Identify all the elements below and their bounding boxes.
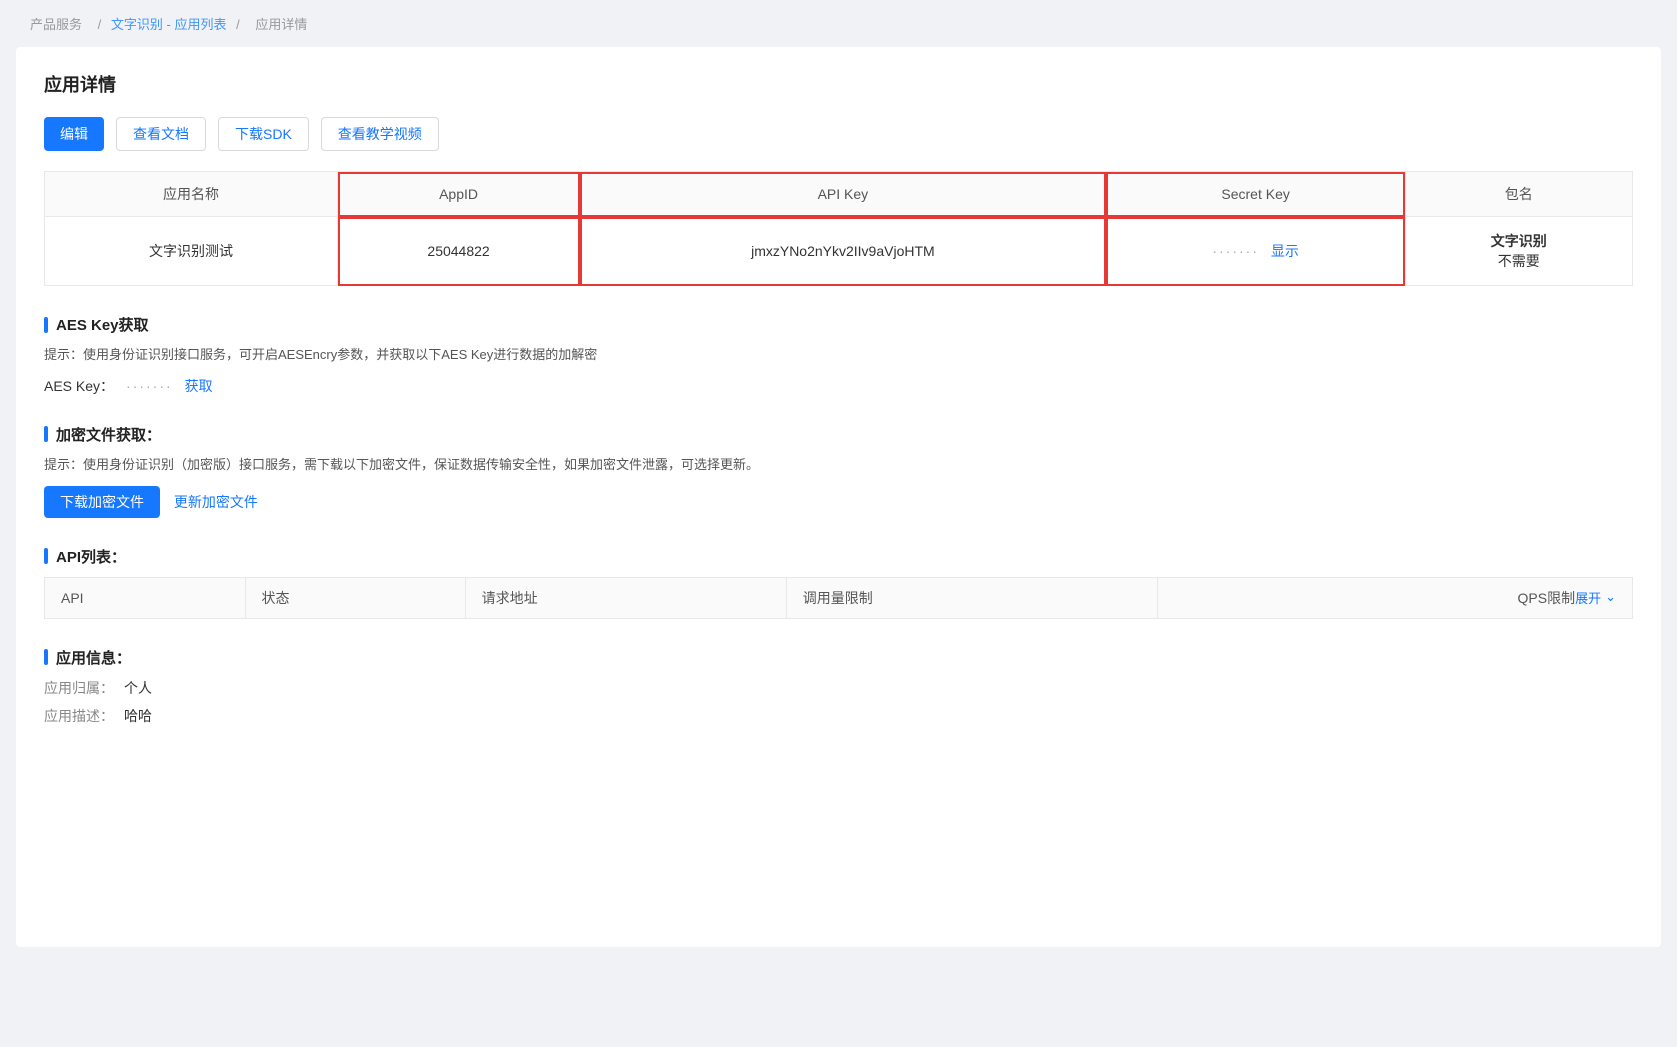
edit-button[interactable]: 编辑 — [44, 117, 104, 151]
api-table: API 状态 请求地址 调用量限制 QPS限制 展开 ⌄ — [44, 577, 1633, 619]
api-list-title: API列表： — [44, 546, 1633, 567]
cell-api-key: jmxzYNo2nYkv2IIv9aVjoHTM — [580, 217, 1107, 286]
api-list-section: API列表： API 状态 请求地址 调用量限制 QPS限制 展开 ⌄ — [44, 546, 1633, 619]
aes-key-label: AES Key： — [44, 376, 114, 396]
aes-key-hint: 提示：使用身份证识别接口服务，可开启AESEncry参数，并获取以下AES Ke… — [44, 345, 1633, 366]
aes-key-title: AES Key获取 — [44, 314, 1633, 335]
api-expand-button[interactable]: 展开 ⌄ — [1575, 588, 1616, 607]
pkg-sub: 不需要 — [1426, 251, 1612, 271]
col-api-key: API Key — [580, 172, 1107, 217]
secret-key-masked: ······· — [1212, 243, 1259, 259]
cell-app-name: 文字识别测试 — [45, 217, 338, 286]
api-col-url: 请求地址 — [465, 577, 786, 618]
breadcrumb-root: 产品服务 — [30, 17, 82, 32]
aes-key-section: AES Key获取 提示：使用身份证识别接口服务，可开启AESEncry参数，并… — [44, 314, 1633, 396]
pkg-bold: 文字识别 — [1426, 231, 1612, 251]
app-info-section: 应用信息： 应用归属： 个人 应用描述： 哈哈 — [44, 647, 1633, 726]
video-button[interactable]: 查看教学视频 — [321, 117, 439, 151]
page-title: 应用详情 — [44, 71, 1633, 97]
sdk-button[interactable]: 下载SDK — [218, 117, 309, 151]
desc-value: 哈哈 — [124, 706, 1633, 726]
breadcrumb-sep2: / — [236, 17, 240, 32]
update-encrypt-button[interactable]: 更新加密文件 — [174, 492, 258, 512]
app-info-table: 应用名称 AppID API Key Secret Key 包名 文字识别测试 … — [44, 171, 1633, 286]
col-pkg-name: 包名 — [1405, 172, 1632, 217]
desc-label: 应用描述： — [44, 706, 124, 726]
aes-get-link[interactable]: 获取 — [185, 376, 213, 396]
chevron-down-icon: ⌄ — [1605, 589, 1616, 605]
app-info-title: 应用信息： — [44, 647, 1633, 668]
encrypt-file-hint: 提示：使用身份证识别（加密版）接口服务，需下载以下加密文件，保证数据传输安全性，… — [44, 455, 1633, 476]
main-card: 应用详情 编辑 查看文档 下载SDK 查看教学视频 应用名称 AppID API… — [16, 47, 1661, 947]
owner-label: 应用归属： — [44, 678, 124, 698]
breadcrumb-sep1: / — [98, 17, 102, 32]
docs-button[interactable]: 查看文档 — [116, 117, 206, 151]
api-col-qps: QPS限制 展开 ⌄ — [1158, 577, 1633, 618]
breadcrumb-link1[interactable]: 文字识别 - 应用列表 — [111, 17, 227, 32]
api-col-status: 状态 — [245, 577, 465, 618]
app-info-grid: 应用归属： 个人 应用描述： 哈哈 — [44, 678, 1633, 726]
col-secret-key: Secret Key — [1106, 172, 1405, 217]
encrypt-file-section: 加密文件获取： 提示：使用身份证识别（加密版）接口服务，需下载以下加密文件，保证… — [44, 424, 1633, 518]
api-col-api: API — [45, 577, 246, 618]
cell-secret-key: ······· 显示 — [1106, 217, 1405, 286]
toolbar: 编辑 查看文档 下载SDK 查看教学视频 — [44, 117, 1633, 151]
encrypt-file-buttons: 下载加密文件 更新加密文件 — [44, 486, 1633, 518]
col-app-name: 应用名称 — [45, 172, 338, 217]
breadcrumb: 产品服务 / 文字识别 - 应用列表 / 应用详情 — [0, 0, 1677, 47]
show-secret-key-button[interactable]: 显示 — [1271, 243, 1299, 259]
cell-pkg-name: 文字识别 不需要 — [1405, 217, 1632, 286]
cell-app-id: 25044822 — [338, 217, 580, 286]
encrypt-file-title: 加密文件获取： — [44, 424, 1633, 445]
aes-key-masked: ······· — [126, 378, 173, 394]
api-col-limit: 调用量限制 — [786, 577, 1158, 618]
col-app-id: AppID — [338, 172, 580, 217]
owner-value: 个人 — [124, 678, 1633, 698]
download-encrypt-button[interactable]: 下载加密文件 — [44, 486, 160, 518]
breadcrumb-current: 应用详情 — [255, 17, 307, 32]
aes-key-row: AES Key： ······· 获取 — [44, 376, 1633, 396]
